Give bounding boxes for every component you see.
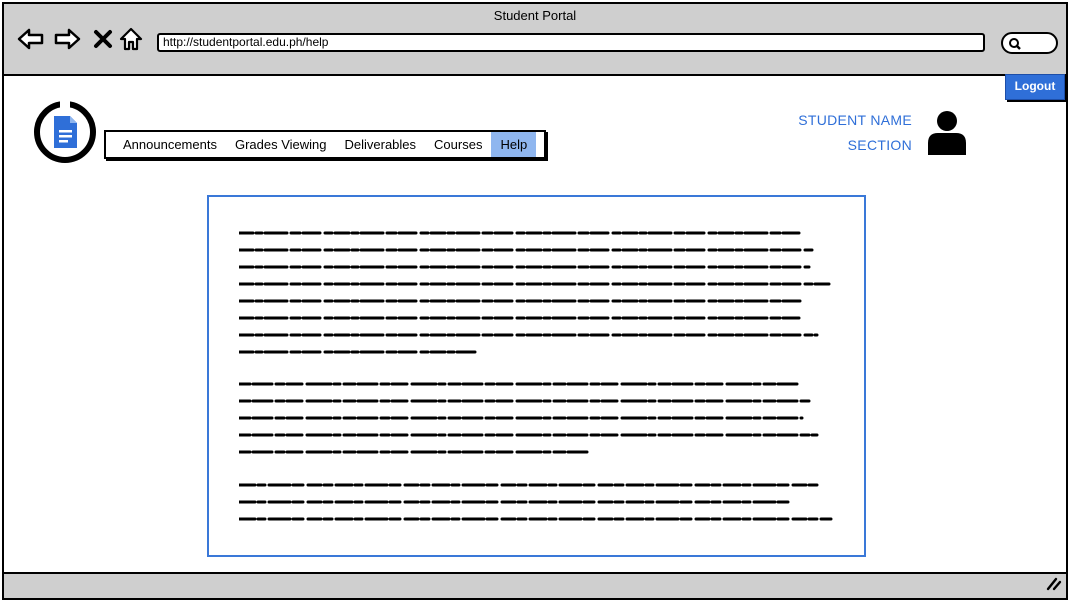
status-bar (4, 572, 1066, 598)
home-icon[interactable] (116, 24, 146, 54)
browser-chrome: Student Portal http://studentportal.edu.… (4, 4, 1066, 76)
help-paragraph-2 (239, 382, 819, 454)
help-paragraph-1 (239, 231, 833, 354)
forward-arrow-icon[interactable] (52, 24, 82, 54)
search-icon (1008, 37, 1022, 56)
resize-grip-icon[interactable] (1044, 575, 1062, 596)
nav-help[interactable]: Help (491, 132, 537, 157)
address-bar[interactable]: http://studentportal.edu.ph/help (157, 33, 985, 52)
help-content-panel (207, 195, 866, 557)
browser-search-field[interactable] (1001, 32, 1058, 54)
student-section-link[interactable]: SECTION (848, 137, 912, 153)
nav-announcements[interactable]: Announcements (114, 132, 226, 157)
help-paragraph-3 (239, 483, 833, 521)
document-icon (33, 100, 97, 164)
nav-courses[interactable]: Courses (425, 132, 491, 157)
logout-button[interactable]: Logout (1005, 74, 1065, 100)
back-arrow-icon[interactable] (16, 24, 46, 54)
window-title: Student Portal (493, 8, 577, 23)
main-nav: Announcements Grades Viewing Deliverable… (104, 130, 546, 159)
close-x-icon[interactable] (88, 24, 118, 54)
nav-deliverables[interactable]: Deliverables (336, 132, 426, 157)
browser-window: Student Portal http://studentportal.edu.… (2, 2, 1068, 600)
user-avatar-icon[interactable] (926, 109, 968, 155)
nav-grades-viewing[interactable]: Grades Viewing (226, 132, 336, 157)
student-name-link[interactable]: STUDENT NAME (798, 112, 912, 128)
